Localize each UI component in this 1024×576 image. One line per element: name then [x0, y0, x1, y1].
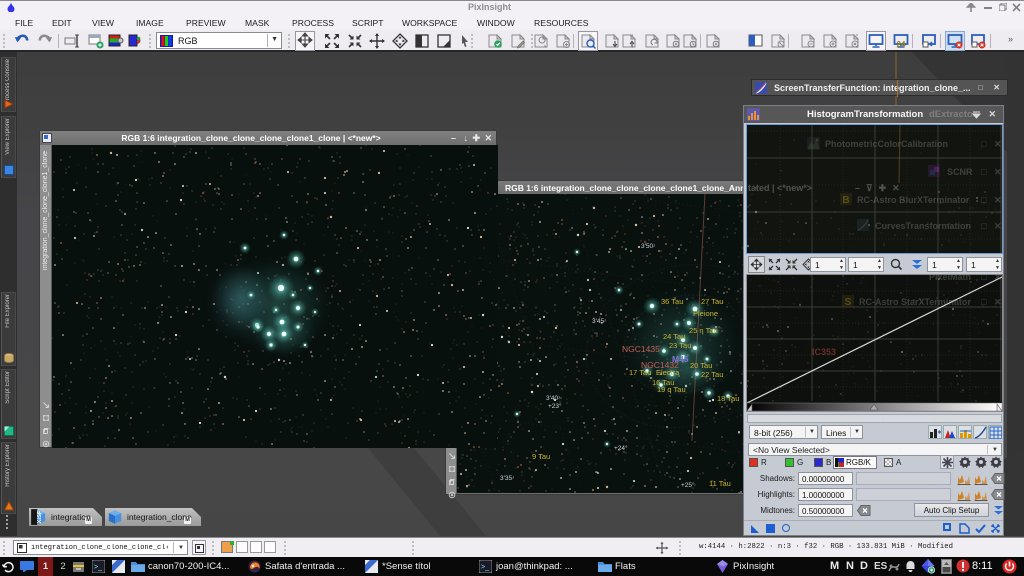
svg-text:>_: >_ — [481, 564, 489, 571]
svg-text:>_: >_ — [94, 564, 102, 571]
svg-text:XISF: XISF — [37, 510, 43, 523]
svg-text:24: 24 — [897, 40, 906, 49]
